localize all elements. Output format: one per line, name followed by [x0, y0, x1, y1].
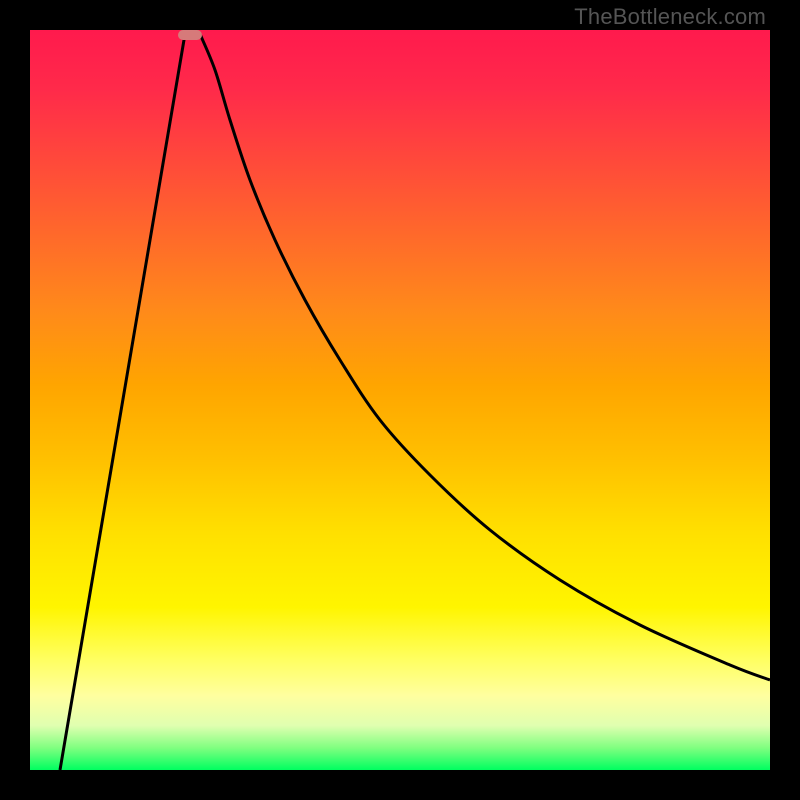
curve-svg — [30, 30, 770, 770]
watermark-text: TheBottleneck.com — [574, 4, 766, 30]
plot-area — [30, 30, 770, 770]
left-branch-line — [60, 34, 185, 770]
minimum-marker — [178, 30, 202, 40]
right-branch-curve — [200, 34, 770, 680]
chart-container: TheBottleneck.com — [0, 0, 800, 800]
